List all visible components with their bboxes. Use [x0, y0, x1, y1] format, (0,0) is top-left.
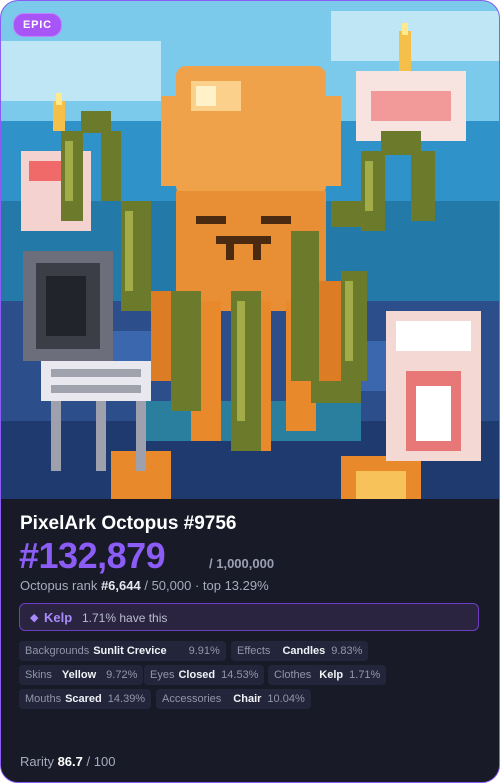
nft-title: PixelArk Octopus #9756 [20, 513, 237, 534]
rarity-value: 86.7 [57, 754, 83, 769]
trait-chip[interactable]: Mouths Scared 14.39% [19, 689, 152, 709]
highlight-trait-name: Kelp [44, 610, 73, 625]
trait-pct: 1.71% [349, 669, 381, 681]
octopus-rank-label: Octopus rank [20, 578, 98, 593]
rarity-label: Rarity [20, 754, 54, 769]
trait-chip[interactable]: Skins Yellow 9.72% [19, 665, 144, 685]
trait-pct: 9.72% [106, 669, 138, 681]
trait-chip[interactable]: Accessories Chair 10.04% [156, 689, 311, 709]
candle-right-bottom [386, 311, 481, 461]
trait-value: Candles [282, 645, 326, 657]
trait-key: Backgrounds [25, 645, 90, 657]
trait-key: Accessories [162, 693, 222, 705]
rarity-tier-badge: EPIC [13, 13, 62, 37]
trait-value: Kelp [319, 669, 344, 681]
trait-chip[interactable]: Clothes Kelp 1.71% [268, 665, 387, 685]
total-supply: / 1,000,000 [209, 556, 275, 571]
trait-key: Eyes [150, 669, 175, 681]
octopus-artwork [1, 1, 499, 499]
rarity-score: Rarity 86.7 / 100 [20, 754, 115, 769]
trait-value: Scared [65, 693, 102, 705]
trait-pct: 10.04% [267, 693, 305, 705]
trait-chip[interactable]: Backgrounds Sunlit Crevice 9.91% [19, 641, 226, 661]
diamond-icon: ◆ [30, 612, 39, 624]
octopus-rank-rest: / 50,000 · top 13.29% [144, 578, 269, 593]
trait-pct: 9.91% [188, 645, 220, 657]
trait-pct: 9.83% [331, 645, 363, 657]
trait-pct: 14.39% [107, 693, 146, 705]
highlight-trait[interactable]: ◆ Kelp 1.71% have this [19, 603, 479, 631]
nft-card: EPIC PixelArk Octopus #9756 #132,879 / 1… [0, 0, 500, 783]
highlight-trait-pct: 1.71% have this [82, 611, 168, 625]
trait-value: Chair [233, 693, 262, 705]
rarity-max: / 100 [86, 754, 116, 769]
trait-value: Yellow [61, 669, 97, 681]
trait-value: Closed [178, 669, 216, 681]
info-panel: PixelArk Octopus #9756 #132,879 / 1,000,… [1, 499, 499, 782]
trait-key: Skins [25, 669, 52, 681]
octopus-rank-value: #6,644 [100, 578, 141, 593]
octopus-rank-line: Octopus rank #6,644 / 50,000 · top 13.29… [20, 578, 269, 593]
trait-chip[interactable]: Eyes Closed 14.53% [144, 665, 265, 685]
trait-key: Effects [237, 645, 271, 657]
trait-key: Mouths [25, 693, 62, 705]
trait-pct: 14.53% [221, 669, 259, 681]
trait-key: Clothes [274, 669, 312, 681]
trait-value: Sunlit Crevice [93, 645, 167, 657]
trait-chip[interactable]: Effects Candles 9.83% [231, 641, 369, 661]
global-rank-number: #132,879 [19, 535, 166, 576]
